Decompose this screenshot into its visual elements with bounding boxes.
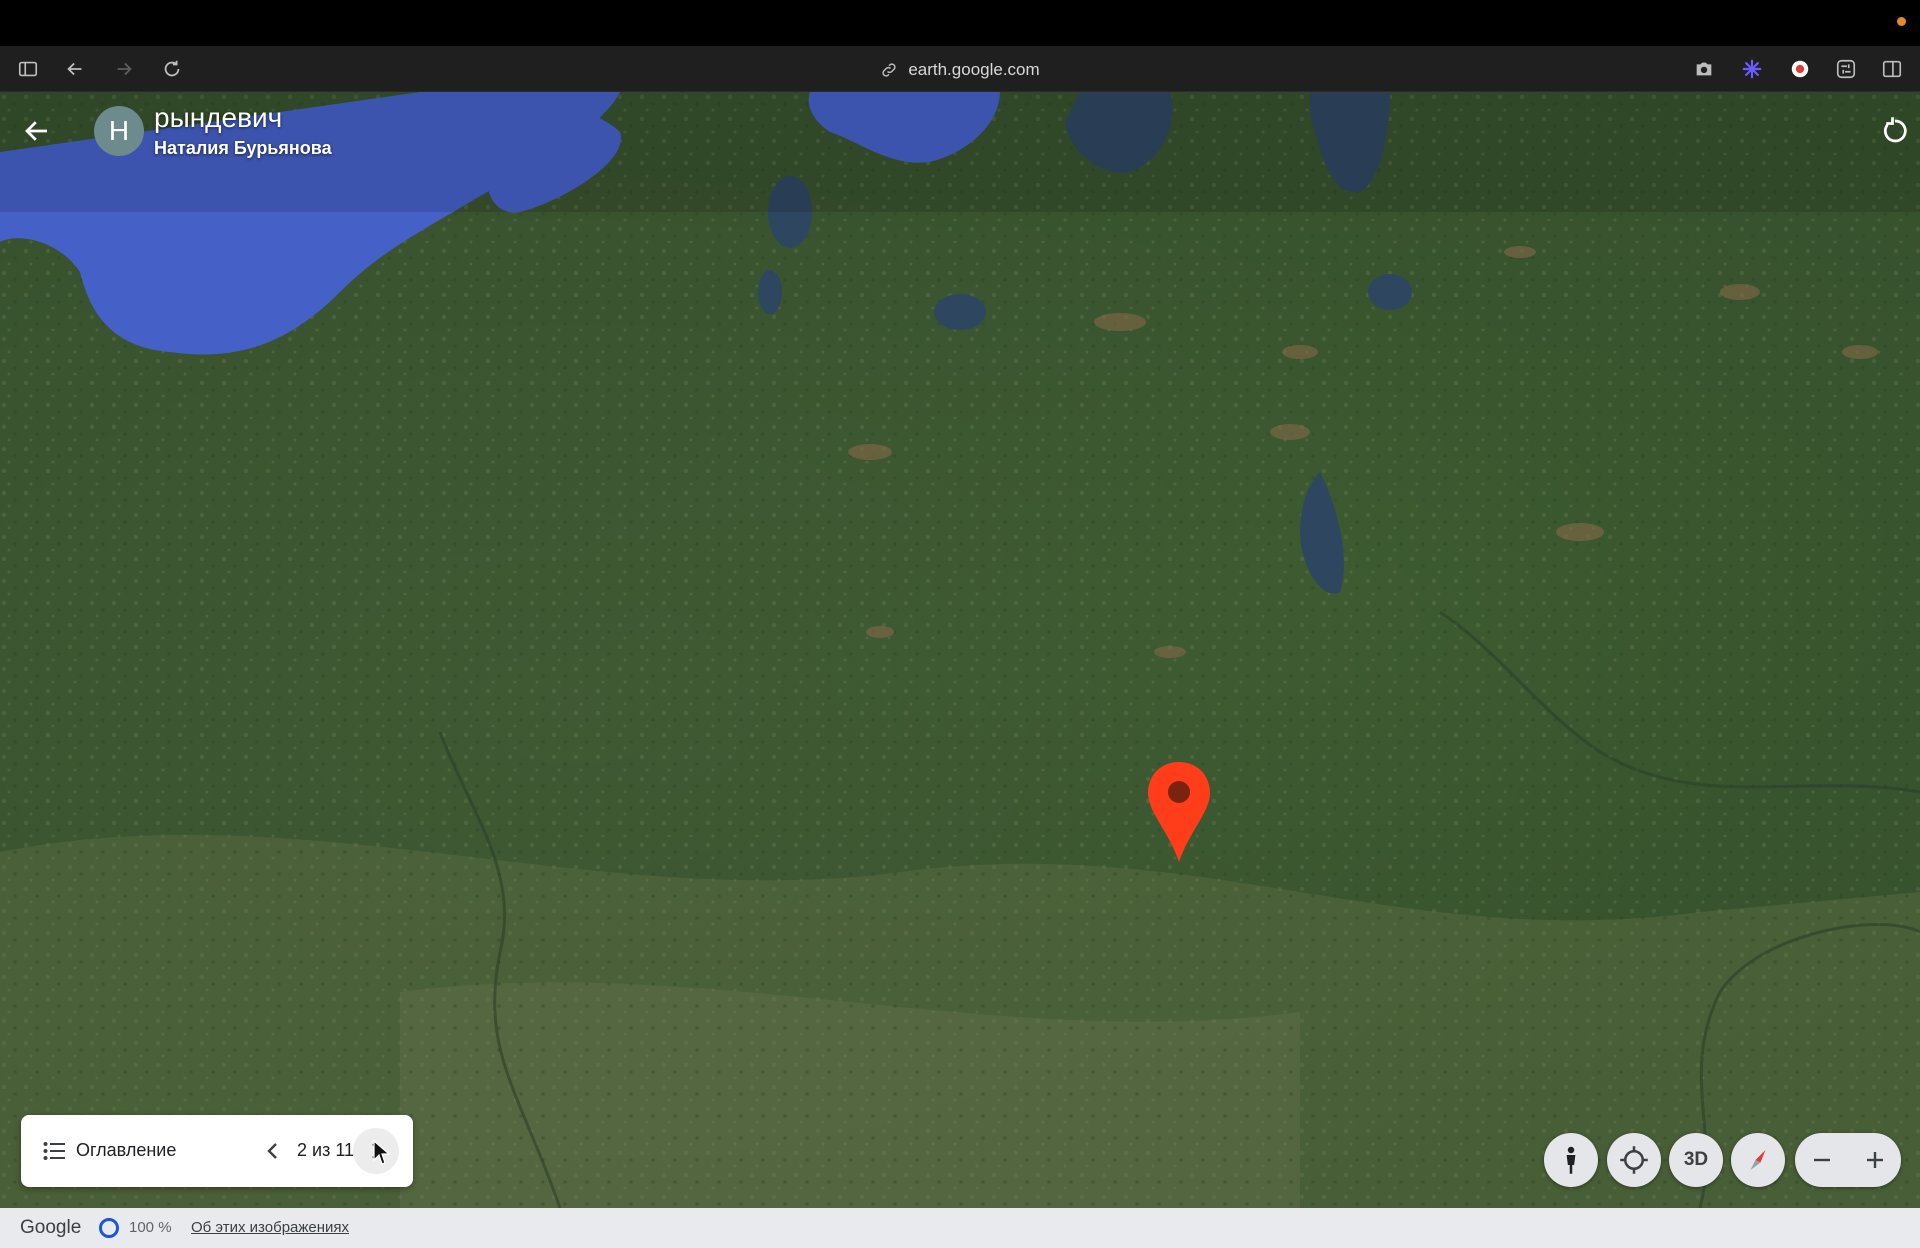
zoom-out-button[interactable] xyxy=(1795,1133,1848,1187)
zoom-in-button[interactable] xyxy=(1848,1133,1901,1187)
crosshair-icon xyxy=(1620,1146,1648,1174)
zoom-control xyxy=(1795,1133,1901,1187)
extension-sparkle-icon[interactable] xyxy=(1738,55,1766,83)
tour-navigator-card: Оглавление 2 из 11 xyxy=(21,1115,413,1187)
load-percentage: 100 % xyxy=(129,1219,172,1236)
camera-icon[interactable] xyxy=(1690,55,1718,83)
my-location-button[interactable] xyxy=(1607,1133,1661,1187)
pegman-icon xyxy=(1566,1146,1576,1174)
location-pin-icon[interactable] xyxy=(1146,760,1212,864)
back-arrow-icon[interactable] xyxy=(22,116,52,146)
tour-header: Н рындевич Наталия Бурьянова xyxy=(0,92,1920,182)
recording-indicator-dot xyxy=(1897,17,1906,26)
status-bar: Google 100 % Об этих изображениях xyxy=(0,1208,1920,1248)
author-avatar[interactable]: Н xyxy=(94,106,144,156)
google-logo: Google xyxy=(20,1217,82,1238)
list-icon[interactable] xyxy=(43,1141,65,1161)
satellite-imagery xyxy=(0,92,1920,1208)
compass-icon xyxy=(1750,1150,1766,1170)
about-imagery-link[interactable]: Об этих изображениях xyxy=(191,1219,349,1236)
link-icon xyxy=(882,63,896,77)
table-of-contents-button[interactable]: Оглавление xyxy=(76,1140,176,1161)
tour-title: рындевич xyxy=(154,102,283,133)
url-text: earth.google.com xyxy=(908,60,1040,79)
minus-icon xyxy=(1813,1158,1830,1162)
split-view-icon[interactable] xyxy=(1878,55,1906,83)
refresh-icon[interactable] xyxy=(1880,116,1910,146)
top-strip xyxy=(0,0,1920,46)
loading-ring-icon xyxy=(99,1218,119,1238)
street-view-button[interactable] xyxy=(1544,1133,1598,1187)
previous-slide-chevron-icon[interactable] xyxy=(261,1139,285,1163)
earth-map-view[interactable] xyxy=(0,92,1920,1208)
extensions-icon[interactable] xyxy=(1832,55,1860,83)
mouse-cursor-icon xyxy=(373,1140,390,1165)
tour-author: Наталия Бурьянова xyxy=(154,138,332,158)
compass-button[interactable] xyxy=(1731,1133,1785,1187)
plus-icon xyxy=(1866,1152,1883,1168)
address-bar[interactable]: earth.google.com xyxy=(0,58,1920,82)
browser-toolbar: earth.google.com xyxy=(0,46,1920,92)
toggle-3d-button[interactable]: 3D xyxy=(1669,1133,1723,1187)
record-icon[interactable] xyxy=(1786,55,1814,83)
slide-counter: 2 из 11 xyxy=(297,1140,355,1160)
